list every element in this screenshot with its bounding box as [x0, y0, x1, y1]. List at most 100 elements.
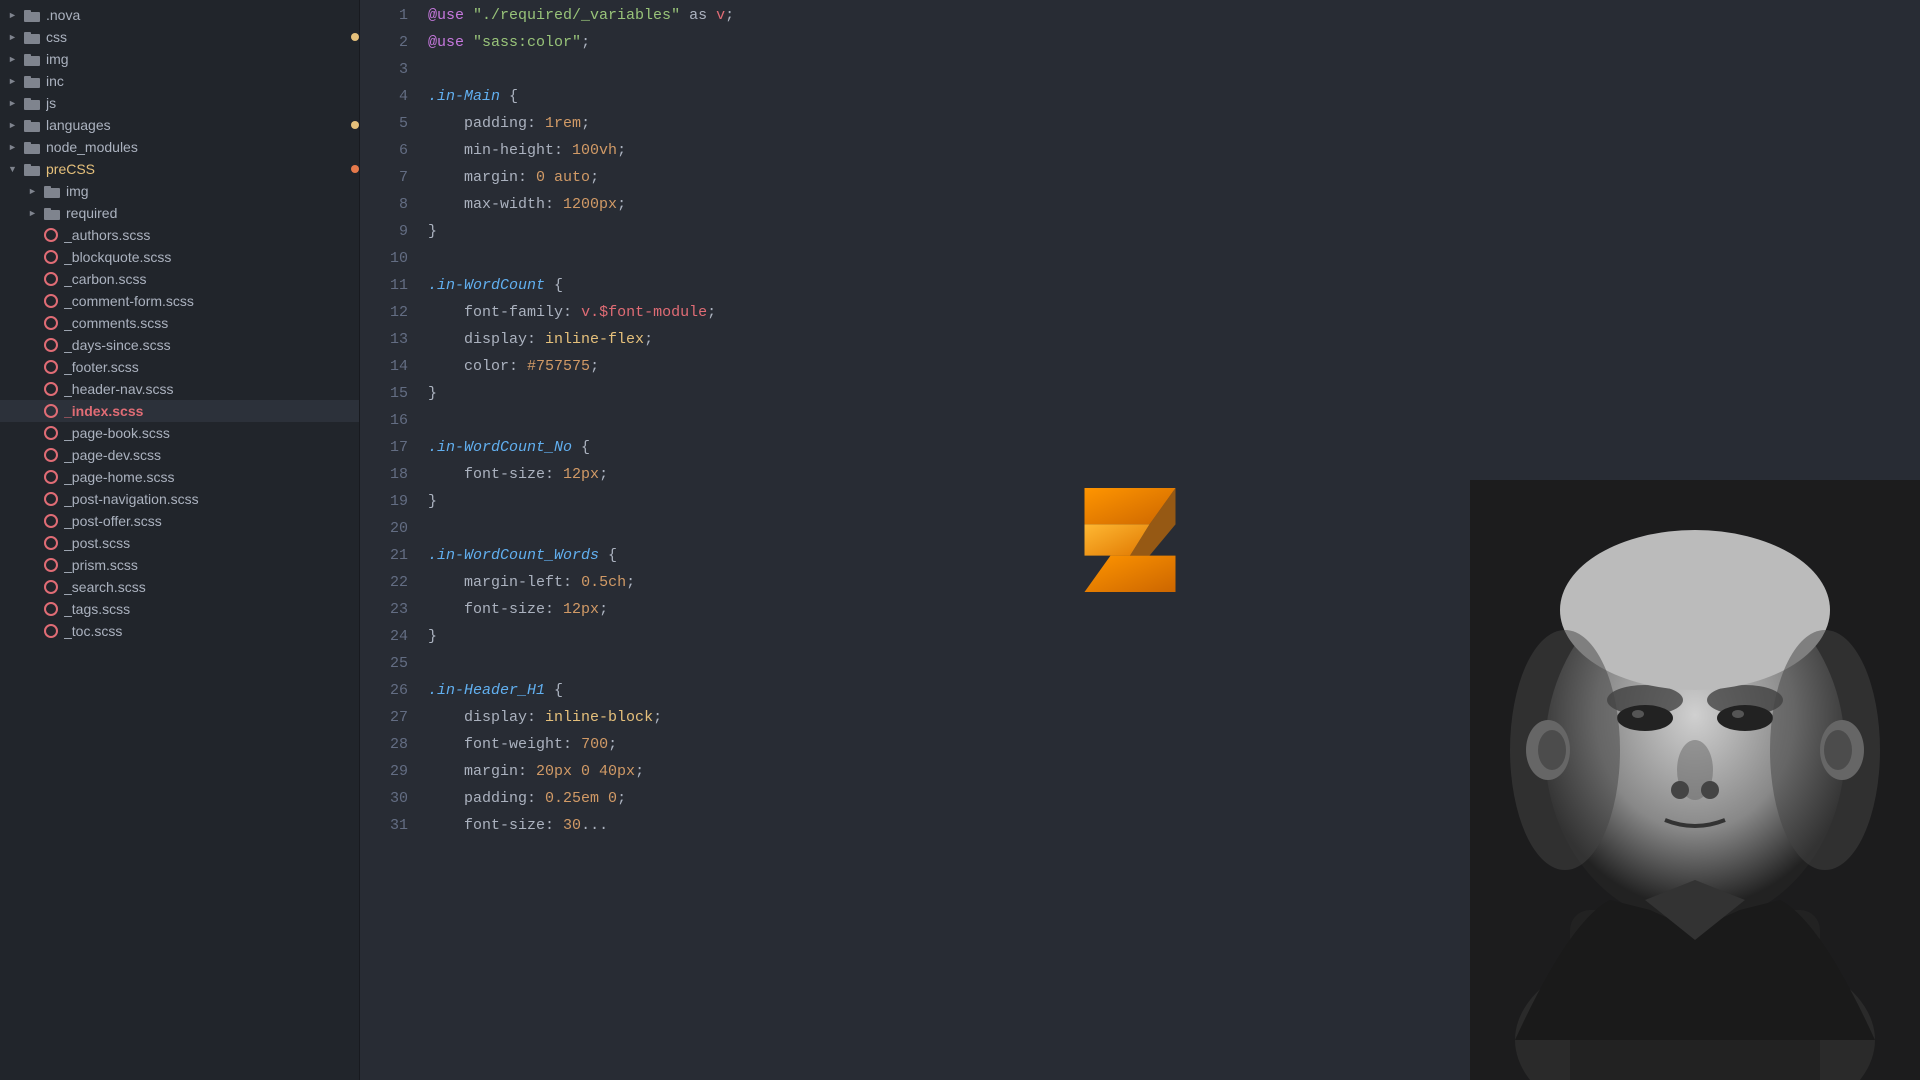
sidebar-item-_prism[interactable]: _prism.scss [0, 554, 359, 576]
sidebar-item-_comments[interactable]: _comments.scss [0, 312, 359, 334]
sidebar-item-_page-dev[interactable]: _page-dev.scss [0, 444, 359, 466]
token-property: min-height [464, 142, 554, 159]
token-plain: : [545, 466, 563, 483]
scss-icon [44, 514, 58, 528]
token-value-num: 100vh [572, 142, 617, 159]
scss-icon [44, 316, 58, 330]
line-number: 26 [360, 677, 408, 704]
token-selector: .in-WordCount_Words [428, 547, 599, 564]
sidebar-item-_authors[interactable]: _authors.scss [0, 224, 359, 246]
code-line: max-width: 1200px; [428, 191, 1920, 218]
scss-icon [44, 382, 58, 396]
token-plain: ; [617, 790, 626, 807]
sidebar-item-_days-since[interactable]: _days-since.scss [0, 334, 359, 356]
sidebar-item-_post-navigation[interactable]: _post-navigation.scss [0, 488, 359, 510]
sidebar-item-css[interactable]: ►css [0, 26, 359, 48]
editor: 1234567891011121314151617181920212223242… [360, 0, 1920, 1080]
folder-arrow: ► [28, 186, 40, 196]
folder-arrow: ▼ [8, 164, 20, 174]
sidebar-item-label: _carbon.scss [64, 271, 359, 287]
scss-icon [44, 558, 58, 572]
token-plain [464, 34, 473, 51]
code-line: font-size: 30... [428, 812, 1920, 839]
line-number: 5 [360, 110, 408, 137]
token-variable: v [716, 7, 725, 24]
sidebar-item-_header-nav[interactable]: _header-nav.scss [0, 378, 359, 400]
folder-icon [24, 9, 40, 22]
sidebar-item-img[interactable]: ►img [0, 48, 359, 70]
sidebar-item-label: node_modules [46, 139, 359, 155]
sidebar-badge-dot [351, 33, 359, 41]
line-number: 10 [360, 245, 408, 272]
token-property: display [464, 709, 527, 726]
sidebar-item-label: css [46, 29, 345, 45]
folder-icon [44, 185, 60, 198]
sidebar-item-node_modules[interactable]: ►node_modules [0, 136, 359, 158]
token-property: display [464, 331, 527, 348]
line-number: 19 [360, 488, 408, 515]
line-number: 1 [360, 2, 408, 29]
token-value: inline-flex [545, 331, 644, 348]
token-plain: ; [626, 574, 635, 591]
sidebar-item-_carbon[interactable]: _carbon.scss [0, 268, 359, 290]
sidebar-item-label: required [66, 205, 359, 221]
sidebar-item-nova[interactable]: ►.nova [0, 4, 359, 26]
token-plain: : [527, 115, 545, 132]
token-plain [428, 466, 464, 483]
token-plain [428, 358, 464, 375]
line-number: 29 [360, 758, 408, 785]
line-number: 3 [360, 56, 408, 83]
code-line: margin-left: 0.5ch; [428, 569, 1920, 596]
token-plain: } [428, 385, 437, 402]
sidebar-item-js[interactable]: ►js [0, 92, 359, 114]
sidebar-item-_index[interactable]: _index.scss [0, 400, 359, 422]
token-selector: .in-WordCount [428, 277, 545, 294]
token-plain: : [527, 790, 545, 807]
sidebar-item-_page-home[interactable]: _page-home.scss [0, 466, 359, 488]
token-selector: .in-Main [428, 88, 500, 105]
sidebar-item-label: inc [46, 73, 359, 89]
token-value: inline-block [545, 709, 653, 726]
line-number: 2 [360, 29, 408, 56]
sidebar-item-_post[interactable]: _post.scss [0, 532, 359, 554]
sidebar-badge-dot [351, 165, 359, 173]
token-property: font-size [464, 817, 545, 834]
sidebar-item-_tags[interactable]: _tags.scss [0, 598, 359, 620]
folder-arrow: ► [8, 120, 20, 130]
sidebar-item-label: _search.scss [64, 579, 359, 595]
token-plain: { [545, 682, 563, 699]
scss-icon [44, 492, 58, 506]
sidebar-item-_toc[interactable]: _toc.scss [0, 620, 359, 642]
sidebar-item-preCSS-img[interactable]: ►img [0, 180, 359, 202]
sidebar-item-label: _authors.scss [64, 227, 359, 243]
token-variable: v.$font-module [581, 304, 707, 321]
scss-icon [44, 404, 58, 418]
code-lines: @use "./required/_variables" as v;@use "… [420, 0, 1920, 1080]
token-plain: ; [617, 142, 626, 159]
code-line: .in-Header_H1 { [428, 677, 1920, 704]
sidebar-item-inc[interactable]: ►inc [0, 70, 359, 92]
token-plain: ; [599, 601, 608, 618]
sidebar-item-preCSS[interactable]: ▼ preCSS [0, 158, 359, 180]
token-plain: : [527, 709, 545, 726]
sidebar-item-label: preCSS [46, 161, 345, 177]
sidebar: ►.nova►css►img►inc►js►languages►node_mod… [0, 0, 360, 1080]
token-plain: : [518, 169, 536, 186]
sidebar-item-_post-offer[interactable]: _post-offer.scss [0, 510, 359, 532]
sidebar-item-label: _post-navigation.scss [64, 491, 359, 507]
sidebar-item-_page-book[interactable]: _page-book.scss [0, 422, 359, 444]
token-plain [428, 142, 464, 159]
line-number: 21 [360, 542, 408, 569]
line-numbers: 1234567891011121314151617181920212223242… [360, 0, 420, 1080]
code-line: margin: 0 auto; [428, 164, 1920, 191]
sidebar-item-preCSS-required[interactable]: ►required [0, 202, 359, 224]
scss-icon [44, 338, 58, 352]
sidebar-item-_comment-form[interactable]: _comment-form.scss [0, 290, 359, 312]
sidebar-item-_blockquote[interactable]: _blockquote.scss [0, 246, 359, 268]
token-plain: { [599, 547, 617, 564]
sidebar-item-_footer[interactable]: _footer.scss [0, 356, 359, 378]
sidebar-item-languages[interactable]: ►languages [0, 114, 359, 136]
line-number: 16 [360, 407, 408, 434]
sidebar-item-_search[interactable]: _search.scss [0, 576, 359, 598]
code-line: .in-Main { [428, 83, 1920, 110]
